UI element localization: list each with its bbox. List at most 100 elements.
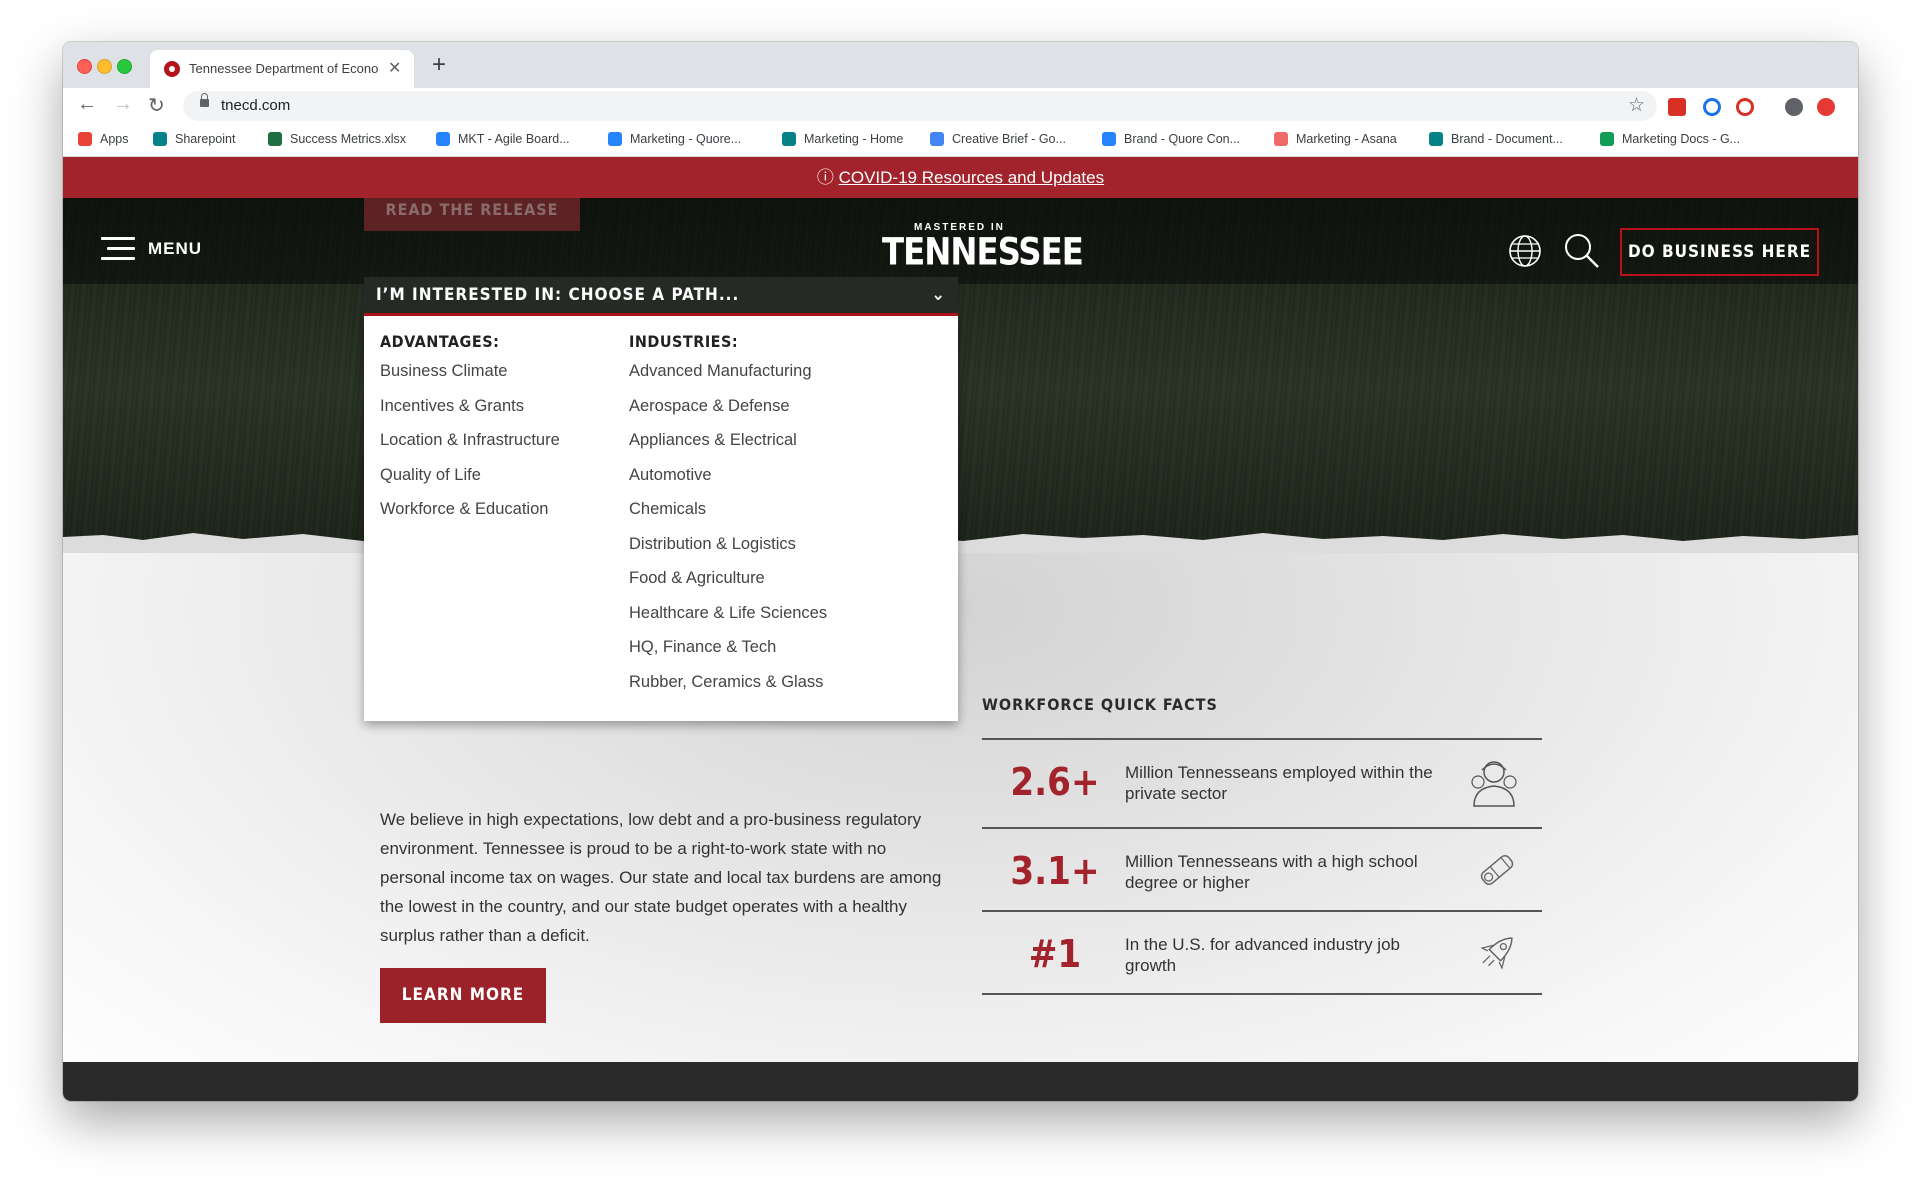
do-business-here-button[interactable]: DO BUSINESS HERE bbox=[1620, 228, 1819, 276]
bookmark-favicon-icon bbox=[268, 132, 282, 146]
bookmark-label: Sharepoint bbox=[175, 132, 236, 146]
bookmark-favicon-icon bbox=[930, 132, 944, 146]
dropdown-link[interactable]: Appliances & Electrical bbox=[629, 423, 827, 458]
close-window-button[interactable] bbox=[77, 59, 92, 74]
bookmark-favicon-icon bbox=[608, 132, 622, 146]
quick-fact-number: #1 bbox=[1028, 932, 1082, 976]
maximize-window-button[interactable] bbox=[117, 59, 132, 74]
tab-title: Tennessee Department of Econo bbox=[189, 61, 379, 76]
dropdown-link[interactable]: HQ, Finance & Tech bbox=[629, 630, 827, 665]
bookmark-item[interactable]: Sharepoint bbox=[153, 132, 235, 146]
tab-close-icon[interactable]: ✕ bbox=[388, 58, 401, 78]
browser-toolbar: ← → ↻ tnecd.com ☆ bbox=[63, 88, 1858, 124]
covid-banner[interactable]: ⓘ COVID-19 Resources and Updates bbox=[63, 157, 1858, 198]
advantages-heading: ADVANTAGES: bbox=[380, 332, 500, 351]
search-icon[interactable] bbox=[1563, 232, 1601, 270]
bookmark-favicon-icon bbox=[1274, 132, 1288, 146]
path-selector[interactable]: I’M INTERESTED IN: CHOOSE A PATH... ⌄ bbox=[364, 277, 958, 316]
quick-fact-number: 2.6+ bbox=[1010, 760, 1100, 804]
quick-fact-text: Million Tennesseans employed within the … bbox=[1125, 763, 1433, 803]
extension-lastpass-icon[interactable] bbox=[1668, 98, 1686, 116]
address-bar[interactable]: tnecd.com ☆ bbox=[183, 91, 1657, 121]
path-dropdown-menu: ADVANTAGES: Business Climate Incentives &… bbox=[364, 316, 958, 721]
bookmark-item[interactable]: Marketing - Quore... bbox=[608, 132, 741, 146]
bookmark-favicon-icon bbox=[782, 132, 796, 146]
bottom-edge bbox=[63, 1062, 1858, 1101]
chevron-down-icon: ⌄ bbox=[931, 284, 946, 305]
bookmark-favicon-icon bbox=[78, 132, 92, 146]
new-tab-button[interactable]: + bbox=[432, 51, 446, 79]
bookmark-item[interactable]: Success Metrics.xlsx bbox=[268, 132, 406, 146]
workers-icon bbox=[1471, 761, 1517, 807]
industries-column: INDUSTRIES: Advanced Manufacturing Aerosp… bbox=[629, 332, 827, 699]
dropdown-link[interactable]: Business Climate bbox=[380, 354, 560, 389]
industries-heading: INDUSTRIES: bbox=[629, 332, 739, 351]
dropdown-link[interactable]: Advanced Manufacturing bbox=[629, 354, 827, 389]
bookmark-item[interactable]: Apps bbox=[78, 132, 129, 146]
torn-paper-edge bbox=[63, 533, 1858, 555]
bookmark-item[interactable]: Marketing Docs - G... bbox=[1600, 132, 1740, 146]
bookmark-star-icon[interactable]: ☆ bbox=[1628, 94, 1645, 117]
diploma-icon bbox=[1480, 855, 1514, 885]
globe-icon[interactable] bbox=[1508, 234, 1542, 268]
back-icon[interactable]: ← bbox=[77, 93, 97, 116]
learn-more-button[interactable]: LEARN MORE bbox=[380, 968, 546, 1023]
url-text[interactable]: tnecd.com bbox=[221, 97, 290, 114]
reload-icon[interactable]: ↻ bbox=[148, 93, 165, 118]
dropdown-link[interactable]: Food & Agriculture bbox=[629, 561, 827, 596]
dropdown-link[interactable]: Healthcare & Life Sciences bbox=[629, 596, 827, 631]
bookmark-item[interactable]: Creative Brief - Go... bbox=[930, 132, 1066, 146]
bookmark-item[interactable]: Marketing - Home bbox=[782, 132, 903, 146]
minimize-window-button[interactable] bbox=[97, 59, 112, 74]
bookmark-item[interactable]: Brand - Quore Con... bbox=[1102, 132, 1240, 146]
profile-avatar-icon[interactable] bbox=[1785, 98, 1803, 116]
update-icon[interactable] bbox=[1817, 98, 1835, 116]
bookmark-label: Brand - Document... bbox=[1451, 132, 1563, 146]
dropdown-link[interactable]: Aerospace & Defense bbox=[629, 389, 827, 424]
bookmarks-bar: Apps Sharepoint Success Metrics.xlsx MKT - … bbox=[63, 124, 1858, 157]
webpage: ⓘ COVID-19 Resources and Updates READ TH… bbox=[63, 157, 1858, 1101]
quick-facts-title: WORKFORCE QUICK FACTS bbox=[982, 695, 1218, 714]
lock-icon bbox=[200, 93, 209, 107]
bookmark-label: Marketing Docs - G... bbox=[1622, 132, 1741, 146]
path-selector-label: I’M INTERESTED IN: CHOOSE A PATH... bbox=[376, 285, 740, 305]
quick-fact-number: 3.1+ bbox=[1010, 849, 1100, 893]
dropdown-link[interactable]: Chemicals bbox=[629, 492, 827, 527]
quick-fact-row: #1 In the U.S. for advanced industry job… bbox=[982, 910, 1542, 996]
read-release-button[interactable]: READ THE RELEASE bbox=[364, 198, 580, 231]
extension-block-icon[interactable] bbox=[1736, 98, 1754, 116]
dropdown-link[interactable]: Incentives & Grants bbox=[380, 389, 560, 424]
tab-strip: Tennessee Department of Econo ✕ + bbox=[63, 42, 1858, 88]
mastered-in-tennessee-logo[interactable]: MASTERED IN TENNESSEE bbox=[878, 222, 1084, 280]
dropdown-link[interactable]: Quality of Life bbox=[380, 458, 560, 493]
bookmark-label: Brand - Quore Con... bbox=[1124, 132, 1241, 146]
advantages-column: ADVANTAGES: Business Climate Incentives &… bbox=[380, 332, 560, 527]
bookmark-item[interactable]: MKT - Agile Board... bbox=[436, 132, 570, 146]
info-icon: ⓘ bbox=[816, 168, 834, 187]
bookmark-label: Creative Brief - Go... bbox=[952, 132, 1066, 146]
dropdown-link[interactable]: Rubber, Ceramics & Glass bbox=[629, 665, 827, 700]
dropdown-link[interactable]: Workforce & Education bbox=[380, 492, 560, 527]
covid-link[interactable]: COVID-19 Resources and Updates bbox=[839, 168, 1105, 187]
quick-facts-divider bbox=[982, 993, 1542, 995]
browser-tab[interactable]: Tennessee Department of Econo ✕ bbox=[150, 50, 414, 88]
bookmark-item[interactable]: Brand - Document... bbox=[1429, 132, 1563, 146]
bookmark-favicon-icon bbox=[1429, 132, 1443, 146]
logo-wordmark: TENNESSEE bbox=[882, 230, 1084, 275]
bookmark-favicon-icon bbox=[1102, 132, 1116, 146]
bookmark-favicon-icon bbox=[436, 132, 450, 146]
dropdown-link[interactable]: Automotive bbox=[629, 458, 827, 493]
dropdown-link[interactable]: Location & Infrastructure bbox=[380, 423, 560, 458]
dropdown-link[interactable]: Distribution & Logistics bbox=[629, 527, 827, 562]
bookmark-label: Apps bbox=[100, 132, 129, 146]
hamburger-icon bbox=[101, 237, 135, 267]
extension-circle-icon[interactable] bbox=[1703, 98, 1721, 116]
rocket-icon bbox=[1480, 937, 1513, 970]
content-section bbox=[63, 553, 1858, 1101]
tn-favicon-icon bbox=[164, 61, 180, 77]
body-paragraph: We believe in high expectations, low deb… bbox=[380, 810, 942, 945]
bookmark-item[interactable]: Marketing - Asana bbox=[1274, 132, 1397, 146]
forward-icon[interactable]: → bbox=[113, 93, 133, 116]
browser-window: Tennessee Department of Econo ✕ + ← → ↻ … bbox=[63, 42, 1858, 1101]
bookmark-favicon-icon bbox=[1600, 132, 1614, 146]
